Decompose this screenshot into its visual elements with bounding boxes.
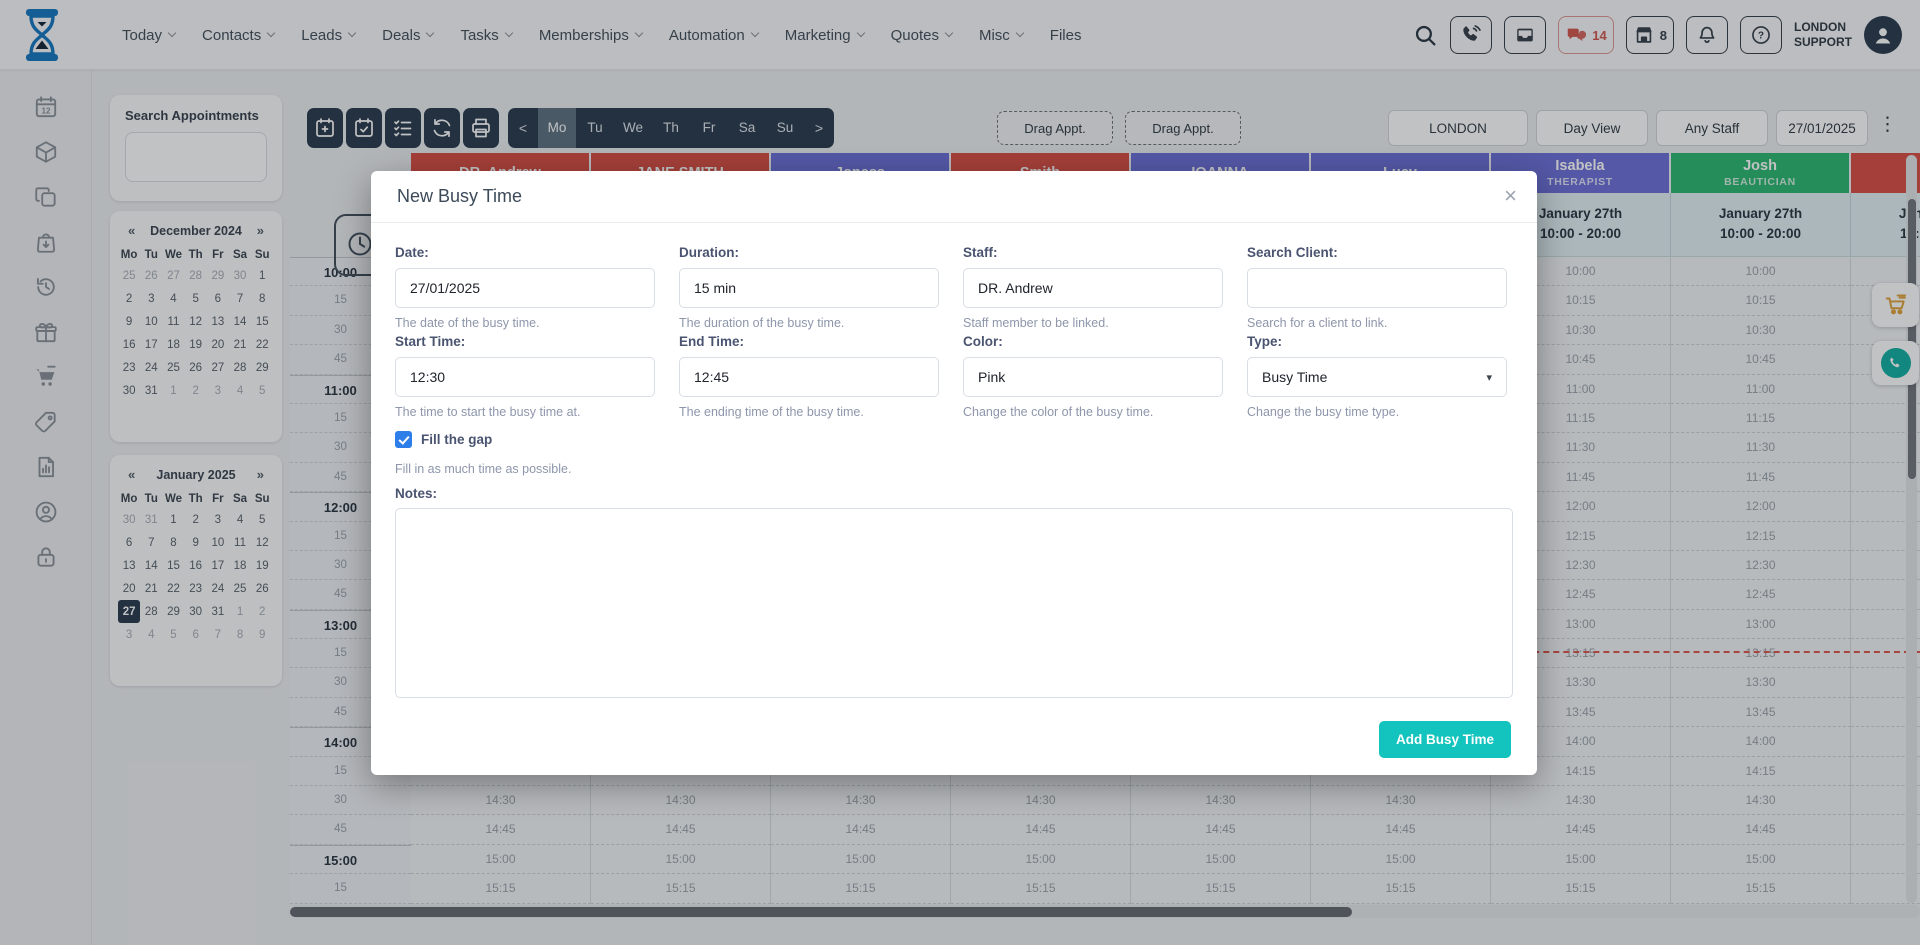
notes-textarea[interactable]	[395, 508, 1513, 698]
notes-label: Notes:	[395, 486, 437, 501]
close-icon[interactable]: ×	[1504, 183, 1517, 209]
field-help: The time to start the busy time at.	[395, 405, 655, 419]
modal-title: New Busy Time	[397, 186, 522, 207]
modal-field-row-1: Date: The date of the busy time. Duration:…	[395, 245, 1507, 330]
field-input-duration[interactable]	[679, 268, 939, 308]
field-date: Date: The date of the busy time.	[395, 245, 655, 330]
field-label: Search Client:	[1247, 245, 1507, 260]
field-help: Change the color of the busy time.	[963, 405, 1223, 419]
field-label: Color:	[963, 334, 1223, 349]
field-input-date[interactable]	[395, 268, 655, 308]
modal-field-row-2: Start Time: The time to start the busy ti…	[395, 334, 1507, 419]
field-duration: Duration: The duration of the busy time.	[679, 245, 939, 330]
new-busy-time-modal: New Busy Time × Date: The date of the bus…	[371, 171, 1537, 775]
field-label: Start Time:	[395, 334, 655, 349]
field-label: Duration:	[679, 245, 939, 260]
field-input-color[interactable]	[963, 357, 1223, 397]
field-label: End Time:	[679, 334, 939, 349]
field-staff: Staff: Staff member to be linked.	[963, 245, 1223, 330]
add-busy-time-button[interactable]: Add Busy Time	[1379, 721, 1511, 758]
field-color: Color: Change the color of the busy time.	[963, 334, 1223, 419]
field-type: Type: Busy Time ▾ Change the busy time type…	[1247, 334, 1507, 419]
field-label: Staff:	[963, 245, 1223, 260]
field-search-client: Search Client: Search for a client to lin…	[1247, 245, 1507, 330]
field-input-staff[interactable]	[963, 268, 1223, 308]
fill-the-gap-help: Fill in as much time as possible.	[395, 462, 571, 476]
field-help: Search for a client to link.	[1247, 316, 1507, 330]
field-help: The ending time of the busy time.	[679, 405, 939, 419]
field-help: Change the busy time type.	[1247, 405, 1507, 419]
field-help: The duration of the busy time.	[679, 316, 939, 330]
field-label: Type:	[1247, 334, 1507, 349]
chevron-down-icon: ▾	[1486, 371, 1492, 384]
fill-the-gap-label: Fill the gap	[421, 432, 492, 447]
field-input-end-time[interactable]	[679, 357, 939, 397]
field-help: Staff member to be linked.	[963, 316, 1223, 330]
field-start-time: Start Time: The time to start the busy ti…	[395, 334, 655, 419]
field-help: The date of the busy time.	[395, 316, 655, 330]
modal-header: New Busy Time	[371, 171, 1537, 223]
selected-option: Busy Time	[1262, 369, 1327, 385]
field-input-search-client[interactable]	[1247, 268, 1507, 308]
type-select[interactable]: Busy Time ▾	[1247, 357, 1507, 397]
field-label: Date:	[395, 245, 655, 260]
fill-the-gap-checkbox[interactable]	[395, 431, 412, 448]
fill-the-gap-row: Fill the gap	[395, 431, 492, 448]
field-input-start-time[interactable]	[395, 357, 655, 397]
field-end-time: End Time: The ending time of the busy tim…	[679, 334, 939, 419]
